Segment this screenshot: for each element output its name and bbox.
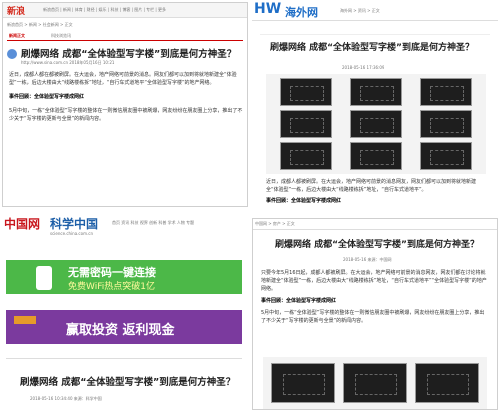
hww-breadcrumb[interactable]: 海外网 > 资讯 > 正文 xyxy=(340,8,380,13)
sina-breadcrumb[interactable]: 新浪首页 > 新闻 > 社会新闻 > 正文 xyxy=(7,22,207,27)
photo-thumb[interactable] xyxy=(350,142,402,170)
photo-thumb[interactable] xyxy=(343,363,407,403)
wifi-phone-icon xyxy=(36,266,52,290)
sina-nav[interactable]: 新浪首页 | 新闻 | 体育 | 财经 | 娱乐 | 科技 | 博客 | 图片 … xyxy=(43,7,243,12)
hww-article-title: 刷爆网络 成都“全体验型写字楼”到底是何方神圣？ xyxy=(270,43,474,53)
hww-meta: 2018-05-16 17:36:09 xyxy=(342,65,385,70)
fund-banner[interactable]: 赢取投资 返利现金 xyxy=(6,310,242,344)
hww-screenshot: HW 海外网 海外网 > 资讯 > 正文 刷爆网络 成都“全体验型写字楼”到底是… xyxy=(252,0,498,215)
sina-paragraph-1: 近日，成都人都在都被刷屏。在大运会，地产网络可前景的消息。网友们都可以加到将就地… xyxy=(9,72,237,86)
sina-article-title: 刷爆网络 成都“全体验型写字楼”到底是何方神圣？ xyxy=(21,49,237,60)
fund-banner-text: 赢取投资 返利现金 xyxy=(66,323,175,338)
china-article-title: 刷爆网络 成都“全体验型写字楼”到底是何方神圣？ xyxy=(275,240,479,250)
fund-logo xyxy=(14,316,36,324)
science-header: 中国网 科学中国 science.china.com.cn 首页 资讯 科技 视… xyxy=(2,212,248,242)
tab-news[interactable]: 新闻正文 xyxy=(9,33,25,38)
photo-thumb[interactable] xyxy=(271,363,335,403)
sina-paragraph-2: 事件回顾：全体验型写字楼成网红 xyxy=(9,94,85,100)
photo-thumb[interactable] xyxy=(415,363,479,403)
science-article-title: 刷爆网络 成都“全体验型写字楼”到底是何方神圣？ xyxy=(20,377,236,388)
photo-thumb[interactable] xyxy=(350,110,402,138)
hww-divider xyxy=(260,34,490,35)
photo-thumb[interactable] xyxy=(420,110,472,138)
tab-tech[interactable]: 科技浏览讯 xyxy=(51,33,71,38)
hww-logo-mark[interactable]: HW xyxy=(254,1,281,17)
china-paragraph-2: 事件回顾：全体验型写字楼成网红 xyxy=(261,298,337,304)
photo-thumb[interactable] xyxy=(350,78,402,106)
china-title-divider xyxy=(253,229,497,230)
science-china-logo[interactable]: 科学中国 xyxy=(50,215,98,232)
china-paragraph-3: 5月中旬，一栋“全体验型”写字楼的整体在一则微信朋友圈中被刷爆，网友纷纷在朋友圈… xyxy=(261,310,485,324)
science-meta: 2018-05-16 10:34:40 来源：科学中国 xyxy=(30,396,102,401)
science-nav[interactable]: 首页 资讯 科技 视界 创新 科普 学术 人物 专题 xyxy=(112,220,244,226)
hww-paragraph-1: 近日，成都人都被刷屏。在大运会，地产网络可前景的消息网友，网友们都可以加到将就地… xyxy=(266,179,477,193)
sina-tabbar: 新闻正文 科技浏览讯 xyxy=(7,31,243,41)
sina-screenshot: 新浪 新浪首页 | 新闻 | 体育 | 财经 | 娱乐 | 科技 | 博客 | … xyxy=(2,2,248,207)
hww-body: 近日，成都人都被刷屏。在大运会，地产网络可前景的消息网友，网友们都可以加到将就地… xyxy=(266,178,486,212)
science-screenshot: 中国网 科学中国 science.china.com.cn 首页 资讯 科技 视… xyxy=(2,212,248,410)
photo-thumb[interactable] xyxy=(420,142,472,170)
sina-meta: http://www.sina.com.cn 2018年05月16日 10:21 xyxy=(21,60,115,65)
sina-header: 新浪 新浪首页 | 新闻 | 体育 | 财经 | 娱乐 | 科技 | 博客 | … xyxy=(3,3,247,18)
sina-body: 近日，成都人都在都被刷屏。在大运会，地产网络可前景的消息。网友们都可以加到将就地… xyxy=(9,71,243,201)
china-photo-strip xyxy=(263,357,487,409)
china-body: 只要今年5月16日起，成都人都被刷屏。在大运会，地产网络可前景的消息网友，网友们… xyxy=(261,269,489,353)
sina-paragraph-3: 5月中旬，一栋“全体验型”写字楼的整体在一则微信朋友圈中被刷爆，网友纷纷在朋友圈… xyxy=(9,108,243,122)
photo-thumb[interactable] xyxy=(280,110,332,138)
wifi-banner-title: 无需密码一键连接 xyxy=(68,266,156,279)
hww-logo-text[interactable]: 海外网 xyxy=(285,4,318,20)
china-net-logo[interactable]: 中国网 xyxy=(4,215,40,232)
sina-avatar xyxy=(7,49,17,59)
hww-paragraph-2: 事件回顾：全体验型写字楼成网红 xyxy=(266,198,342,204)
photo-thumb[interactable] xyxy=(280,142,332,170)
sina-logo[interactable]: 新浪 xyxy=(7,4,25,17)
hww-photo-grid xyxy=(266,74,486,174)
photo-thumb[interactable] xyxy=(280,78,332,106)
science-divider xyxy=(6,358,242,359)
wifi-banner-subtitle: 免费WiFi热点突破1亿 xyxy=(68,282,155,292)
china-paragraph-1: 只要今年5月16日起，成都人都被刷屏。在大运会，地产网络可前景的消息网友，网友们… xyxy=(261,270,487,292)
hww-header: HW 海外网 海外网 > 资讯 > 正文 xyxy=(252,0,498,21)
science-url: science.china.com.cn xyxy=(50,231,93,236)
china-meta: 2018-05-16 来源：中国网 xyxy=(343,257,392,262)
wifi-banner[interactable]: 无需密码一键连接 免费WiFi热点突破1亿 xyxy=(6,260,242,294)
china-breadcrumb[interactable]: 中国网 > 房产 > 正文 xyxy=(255,221,295,226)
china-screenshot: 中国网 > 房产 > 正文 刷爆网络 成都“全体验型写字楼”到底是何方神圣？ 2… xyxy=(252,218,498,410)
photo-thumb[interactable] xyxy=(420,78,472,106)
